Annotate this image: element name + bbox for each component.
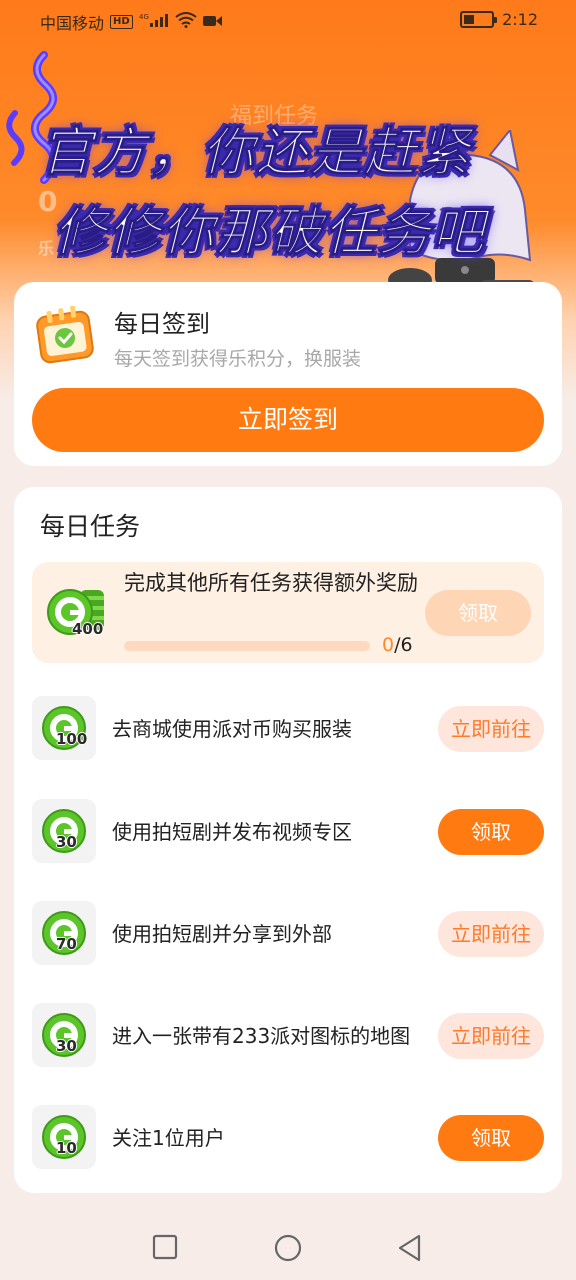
status-bar: 中国移动 HD 4G 2:12 xyxy=(0,0,576,40)
task-reward-amount: 30 xyxy=(56,833,77,851)
squiggle-small-icon xyxy=(6,110,25,166)
task-coin-icon-box: 100 xyxy=(32,696,96,760)
task-coin-icon-box: 30 xyxy=(32,1003,96,1067)
bonus-task-box: 400 完成其他所有任务获得额外奖励 0/6 领取 xyxy=(32,562,544,663)
bonus-progress-count: 0/6 xyxy=(382,634,413,656)
video-record-icon xyxy=(202,13,223,32)
task-claim-button[interactable]: 领取 xyxy=(438,809,544,855)
bonus-progress-bar xyxy=(124,641,370,651)
task-row: 30 进入一张带有233派对图标的地图 立即前往 xyxy=(32,1003,544,1067)
daily-tasks-title: 每日任务 xyxy=(40,512,141,541)
signin-subtitle: 每天签到获得乐积分，换服装 xyxy=(114,348,362,370)
task-reward-amount: 70 xyxy=(56,935,77,953)
task-reward-amount: 10 xyxy=(56,1139,77,1157)
task-coin-icon-box: 30 xyxy=(32,799,96,863)
bonus-reward-amount: 400 xyxy=(72,620,104,638)
signin-button[interactable]: 立即签到 xyxy=(32,388,544,452)
task-coin-icon-box: 10 xyxy=(32,1105,96,1169)
overlay-caption-line-1: 官方，你还是赶紧 xyxy=(39,123,473,184)
calendar-check-icon xyxy=(36,306,94,364)
back-icon[interactable] xyxy=(397,1234,423,1262)
task-reward-amount: 100 xyxy=(56,730,88,748)
system-nav-bar xyxy=(0,1216,576,1280)
task-go-button[interactable]: 立即前往 xyxy=(438,911,544,957)
task-go-button[interactable]: 立即前往 xyxy=(438,706,544,752)
task-go-button[interactable]: 立即前往 xyxy=(438,1013,544,1059)
task-description: 使用拍短剧并分享到外部 xyxy=(112,922,332,946)
battery-icon xyxy=(460,11,498,28)
signin-title: 每日签到 xyxy=(114,310,210,338)
bonus-progress-current: 0 xyxy=(382,634,395,656)
task-row: 10 关注1位用户 领取 xyxy=(32,1105,544,1169)
bonus-claim-button[interactable]: 领取 xyxy=(425,590,531,636)
bonus-progress-total: 6 xyxy=(400,634,413,656)
home-icon[interactable] xyxy=(274,1234,302,1262)
task-row: 30 使用拍短剧并发布视频专区 领取 xyxy=(32,799,544,863)
task-description: 关注1位用户 xyxy=(112,1126,225,1150)
bonus-task-text: 完成其他所有任务获得额外奖励 xyxy=(124,571,418,595)
daily-signin-card: 每日签到 每天签到获得乐积分，换服装 立即签到 xyxy=(14,282,562,466)
task-description: 使用拍短剧并发布视频专区 xyxy=(112,820,352,844)
overlay-caption-line-2: 修修你那破任务吧 xyxy=(53,203,487,264)
hd-badge: HD xyxy=(110,15,133,29)
task-reward-amount: 30 xyxy=(56,1037,77,1055)
task-claim-button[interactable]: 领取 xyxy=(438,1115,544,1161)
task-description: 去商城使用派对币购买服装 xyxy=(112,717,352,741)
task-row: 70 使用拍短剧并分享到外部 立即前往 xyxy=(32,901,544,965)
task-row: 100 去商城使用派对币购买服装 立即前往 xyxy=(32,696,544,760)
clock-time: 2:12 xyxy=(502,10,538,29)
task-coin-icon-box: 70 xyxy=(32,901,96,965)
background-text-fragment: 乐 xyxy=(38,239,55,258)
signal-icon: 4G xyxy=(139,12,169,32)
task-description: 进入一张带有233派对图标的地图 xyxy=(112,1024,411,1048)
svg-text:4G: 4G xyxy=(139,13,149,21)
daily-tasks-card: 每日任务 400 完成其他所有任务获得额外奖励 0/6 领取 100 去商城使用派… xyxy=(14,487,562,1193)
carrier-label: 中国移动 xyxy=(40,14,105,33)
recent-apps-icon[interactable] xyxy=(152,1234,178,1260)
wifi-icon xyxy=(175,12,197,32)
